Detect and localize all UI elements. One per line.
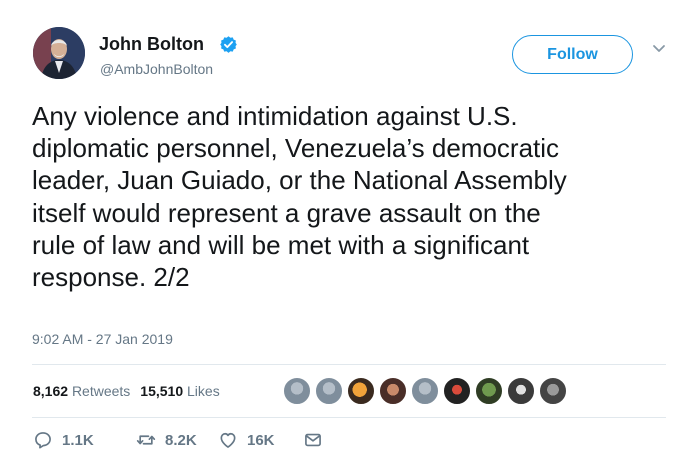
liker-avatar[interactable] (347, 377, 375, 405)
chevron-down-icon[interactable] (651, 42, 667, 56)
retweet-action[interactable]: 8.2K (136, 430, 197, 450)
liker-avatar[interactable] (379, 377, 407, 405)
tweet-text-line: response. 2/2 (32, 262, 190, 293)
follow-button[interactable]: Follow (512, 35, 633, 74)
direct-message-action[interactable] (303, 430, 323, 450)
avatar-image (33, 27, 85, 79)
divider (32, 364, 666, 365)
liker-avatar[interactable] (411, 377, 439, 405)
tweet-text-line: rule of law and will be met with a signi… (32, 229, 530, 260)
engagement-stats: 8,162 Retweets 15,510 Likes (33, 383, 220, 399)
reply-action[interactable]: 1.1K (33, 430, 94, 450)
display-name[interactable]: John Bolton (99, 34, 204, 55)
likes-count: 15,510 (140, 383, 184, 399)
liker-avatar[interactable] (443, 377, 471, 405)
reply-icon (35, 432, 51, 449)
tweet-text: Any violence and intimidation against U.… (32, 100, 672, 293)
retweet-count: 8.2K (165, 431, 197, 449)
liker-avatar[interactable] (475, 377, 503, 405)
liker-avatar[interactable] (283, 377, 311, 405)
tweet-text-line: diplomatic personnel, Venezuela’s democr… (32, 133, 560, 164)
heart-icon (220, 432, 236, 448)
likes-label: Likes (187, 383, 220, 399)
tweet-text-line: leader, Juan Guiado, or the National Ass… (32, 165, 567, 196)
liker-avatar[interactable] (315, 377, 343, 405)
like-count: 16K (247, 431, 275, 449)
retweets-count: 8,162 (33, 383, 69, 399)
tweet-timestamp[interactable]: 9:02 AM - 27 Jan 2019 (32, 331, 173, 347)
like-action[interactable]: 16K (218, 430, 275, 450)
liker-avatar[interactable] (539, 377, 567, 405)
tweet-text-line: Any violence and intimidation against U.… (32, 101, 518, 131)
tweet-text-line: itself would represent a grave assault o… (32, 197, 541, 228)
retweets-label: Retweets (71, 383, 131, 399)
retweet-icon (136, 435, 156, 445)
tweet-card: John Bolton @AmbJohnBolton Follow Any vi… (0, 0, 696, 468)
retweets-stat[interactable]: 8,162 Retweets (33, 383, 130, 399)
avatar[interactable] (33, 27, 85, 79)
reply-count: 1.1K (62, 431, 94, 449)
likes-stat[interactable]: 15,510 Likes (140, 383, 219, 399)
verified-badge-icon (220, 36, 237, 53)
liker-avatar[interactable] (507, 377, 535, 405)
user-handle[interactable]: @AmbJohnBolton (100, 61, 213, 77)
envelope-icon (305, 433, 321, 447)
divider (32, 417, 666, 418)
